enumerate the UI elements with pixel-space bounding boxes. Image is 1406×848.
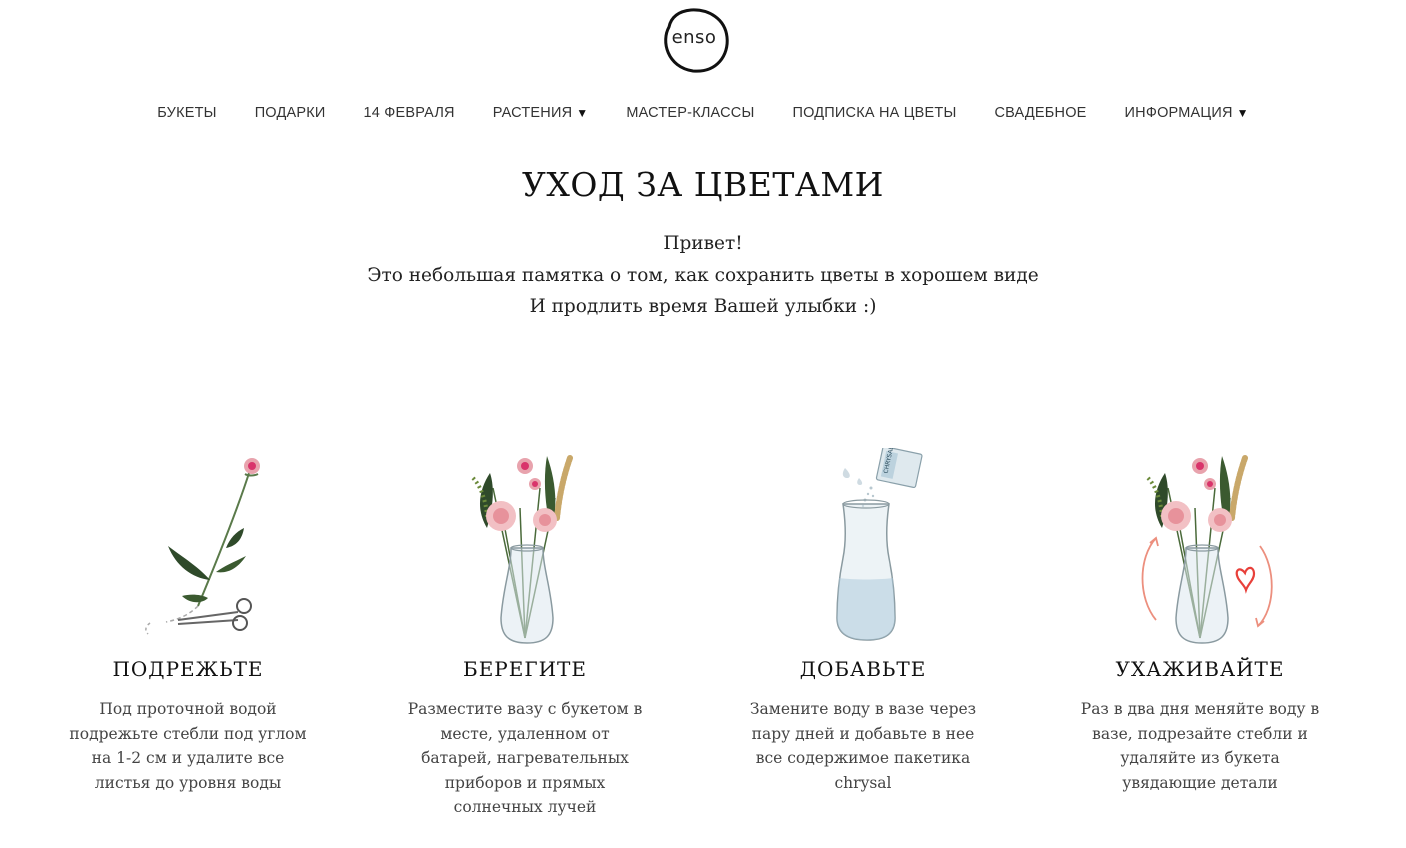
flower-scissors-icon bbox=[145, 458, 260, 635]
nav-item-plants[interactable]: РАСТЕНИЯ ▼ bbox=[493, 100, 589, 126]
main-nav: БУКЕТЫ ПОДАРКИ 14 ФЕВРАЛЯ РАСТЕНИЯ ▼ МАСТ… bbox=[0, 100, 1406, 126]
step-illustration bbox=[38, 448, 338, 648]
vase-sachet-icon: CHRYSAL bbox=[836, 448, 923, 641]
step-add: CHRYSAL ДОБАВЬТЕ Замените воду в вазе че… bbox=[713, 448, 1013, 795]
nav-item-wedding[interactable]: СВАДЕБНОЕ bbox=[995, 100, 1087, 126]
step-title: ДОБАВЬТЕ bbox=[799, 657, 927, 681]
step-care: УХАЖИВАЙТЕ Раз в два дня меняйте воду в … bbox=[1050, 448, 1350, 795]
intro-line: Это небольшая памятка о том, как сохрани… bbox=[367, 264, 1039, 286]
step-title: БЕРЕГИТЕ bbox=[463, 657, 587, 681]
step-text: Замените воду в вазе через пару дней и д… bbox=[749, 700, 977, 792]
dropdown-caret-icon: ▼ bbox=[1236, 106, 1249, 120]
nav-item-subscription[interactable]: ПОДПИСКА НА ЦВЕТЫ bbox=[793, 100, 957, 126]
step-illustration bbox=[1050, 448, 1350, 648]
bouquet-heart-icon bbox=[1141, 455, 1273, 644]
nav-item-bouquets[interactable]: БУКЕТЫ bbox=[157, 100, 216, 126]
nav-item-info[interactable]: ИНФОРМАЦИЯ ▼ bbox=[1125, 100, 1249, 126]
nav-item-gifts[interactable]: ПОДАРКИ bbox=[255, 100, 326, 126]
intro-text: Привет! Это небольшая памятка о том, как… bbox=[0, 228, 1406, 323]
step-protect: БЕРЕГИТЕ Разместите вазу с букетом в мес… bbox=[375, 448, 675, 820]
step-title: ПОДРЕЖЬТЕ bbox=[112, 657, 264, 681]
dropdown-caret-icon: ▼ bbox=[576, 106, 589, 120]
step-title: УХАЖИВАЙТЕ bbox=[1115, 657, 1285, 681]
heart-icon bbox=[1235, 566, 1256, 594]
step-text: Под проточной водой подрежьте стебли под… bbox=[69, 700, 307, 792]
step-illustration bbox=[375, 448, 675, 648]
page-title: УХОД ЗА ЦВЕТАМИ bbox=[522, 165, 884, 204]
step-illustration: CHRYSAL bbox=[713, 448, 1013, 648]
nav-item-feb14[interactable]: 14 ФЕВРАЛЯ bbox=[364, 100, 455, 126]
logo[interactable]: enso bbox=[657, 5, 731, 75]
step-text: Раз в два дня меняйте воду в вазе, подре… bbox=[1080, 700, 1320, 792]
logo-text: enso bbox=[671, 27, 717, 48]
nav-item-masterclasses[interactable]: МАСТЕР-КЛАССЫ bbox=[626, 100, 754, 126]
step-cut: ПОДРЕЖЬТЕ Под проточной водой подрежьте … bbox=[38, 448, 338, 795]
bouquet-vase-icon bbox=[471, 455, 573, 644]
step-text: Разместите вазу с букетом в месте, удале… bbox=[407, 700, 643, 816]
intro-line: Привет! bbox=[663, 233, 743, 254]
intro-line: И продлить время Вашей улыбки :) bbox=[529, 296, 877, 317]
